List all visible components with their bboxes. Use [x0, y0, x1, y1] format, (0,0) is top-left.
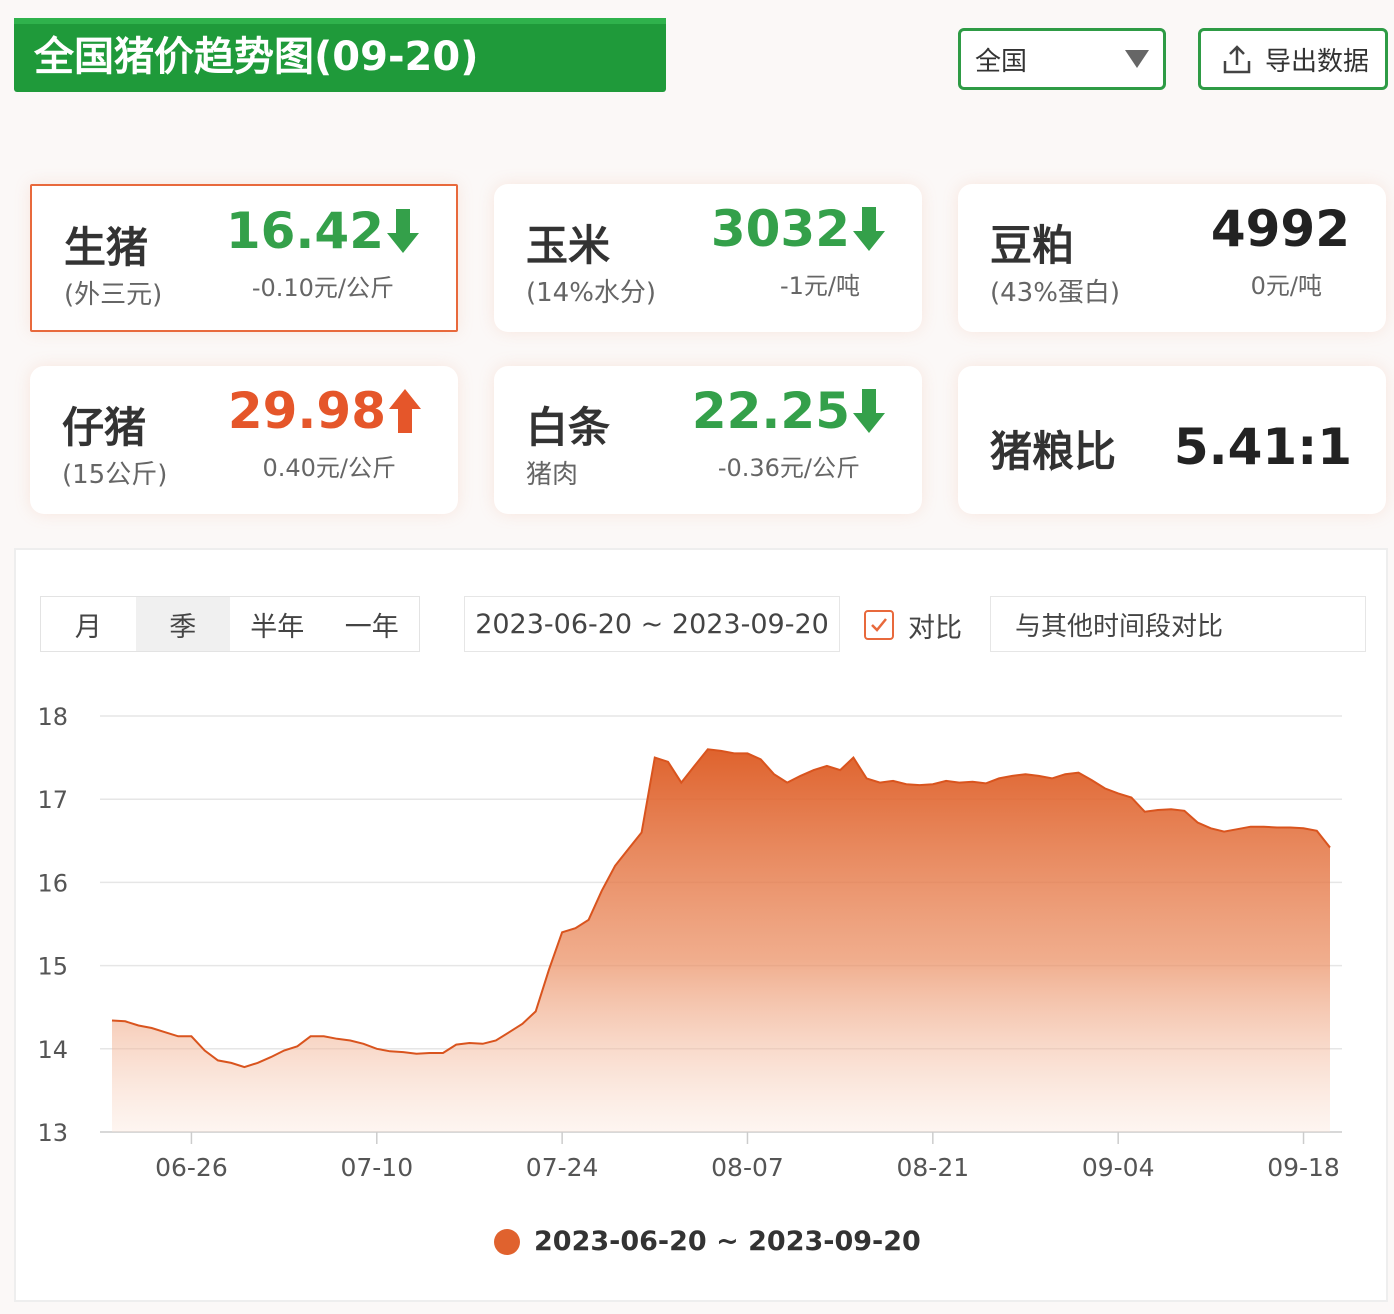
card-value-text: 5.41:1: [1173, 418, 1352, 476]
export-data-label: 导出数据: [1265, 46, 1370, 77]
chart-panel: 月 季 半年 一年 2023-06-20 ~ 2023-09-20 对比 与其他…: [14, 548, 1388, 1302]
x-tick-label: 09-18: [1267, 1153, 1340, 1182]
x-tick-label: 08-07: [711, 1153, 784, 1182]
arrow-down-icon: [853, 389, 885, 433]
arrow-down-icon: [387, 209, 419, 253]
card-pig-grain-ratio[interactable]: 猪粮比 5.41:1: [958, 366, 1386, 514]
legend-marker: [494, 1228, 520, 1255]
card-sub: 猪肉: [526, 460, 579, 490]
card-value-text: 4992: [1210, 200, 1350, 258]
chart-legend[interactable]: 2023-06-20 ~ 2023-09-20: [494, 1226, 921, 1257]
card-sub: (外三元): [64, 280, 163, 310]
chevron-down-icon: [1125, 50, 1149, 68]
x-tick-label: 07-10: [340, 1153, 413, 1182]
upload-icon: [1223, 45, 1251, 74]
card-change: 0.40元/公斤: [262, 454, 396, 482]
x-tick-label: 06-26: [155, 1153, 228, 1182]
export-data-button[interactable]: 导出数据: [1198, 28, 1388, 90]
card-value: 29.98: [228, 382, 422, 440]
price-area-chart: 18 17 16 15 14 13 06-26 07-10 07-24 08-07 08-21 09…: [37, 703, 1342, 1182]
y-tick-label: 14: [37, 1036, 68, 1064]
card-value-text: 3032: [710, 200, 850, 258]
card-value-text: 16.42: [225, 202, 384, 260]
card-name: 白条: [526, 403, 611, 452]
card-name: 猪粮比: [990, 427, 1117, 476]
y-tick-label: 18: [37, 703, 68, 731]
y-tick-label: 15: [37, 953, 68, 981]
card-value: 16.42: [226, 202, 420, 260]
x-tick-label: 08-21: [896, 1153, 969, 1182]
card-value: 4992: [1211, 200, 1350, 258]
card-value-text: 29.98: [227, 382, 386, 440]
x-tick-label: 09-04: [1082, 1153, 1155, 1182]
card-soymeal[interactable]: 豆粕 (43%蛋白) 4992 0元/吨: [958, 184, 1386, 332]
card-value: 22.25: [692, 382, 886, 440]
card-value-text: 22.25: [691, 382, 850, 440]
card-sub: (15公斤): [62, 460, 168, 490]
card-name: 玉米: [526, 221, 611, 270]
y-tick-label: 16: [37, 869, 68, 897]
arrow-down-icon: [853, 207, 885, 251]
arrow-up-icon: [389, 389, 421, 433]
y-axis: 18 17 16 15 14 13: [37, 703, 68, 1147]
card-change: -0.36元/公斤: [717, 454, 860, 482]
card-pork-carcass[interactable]: 白条 猪肉 22.25 -0.36元/公斤: [494, 366, 922, 514]
series-area: [112, 749, 1330, 1132]
card-sub: (43%蛋白): [990, 278, 1121, 308]
card-piglet[interactable]: 仔猪 (15公斤) 29.98 0.40元/公斤: [30, 366, 458, 514]
x-tick-label: 07-24: [526, 1153, 599, 1182]
card-name: 豆粕: [990, 221, 1075, 270]
region-select-value: 全国: [975, 46, 1028, 77]
page-title: 全国猪价趋势图(09-20): [14, 18, 666, 92]
card-name: 仔猪: [62, 403, 147, 452]
card-sub: (14%水分): [526, 278, 657, 308]
card-change: 0元/吨: [1250, 272, 1322, 300]
card-change: -0.10元/公斤: [251, 274, 394, 302]
legend-label: 2023-06-20 ~ 2023-09-20: [534, 1226, 921, 1257]
card-corn[interactable]: 玉米 (14%水分) 3032 -1元/吨: [494, 184, 922, 332]
card-live-pig[interactable]: 生猪 (外三元) 16.42 -0.10元/公斤: [30, 184, 458, 332]
card-name: 生猪: [64, 223, 149, 272]
card-value: 3032: [711, 200, 886, 258]
region-select[interactable]: 全国: [958, 28, 1166, 90]
card-change: -1元/吨: [779, 272, 860, 300]
y-tick-label: 17: [37, 786, 68, 814]
x-axis: 06-26 07-10 07-24 08-07 08-21 09-04 09-18: [155, 1132, 1340, 1182]
y-tick-label: 13: [37, 1119, 68, 1147]
card-value: 5.41:1: [1174, 418, 1352, 476]
